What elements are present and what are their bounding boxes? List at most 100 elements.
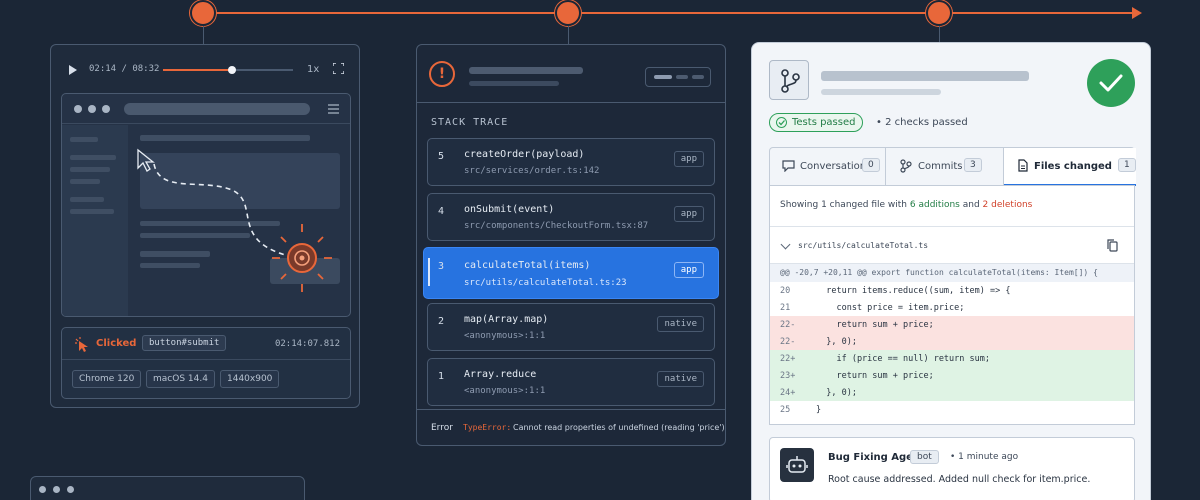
line-number: 20 [780,286,791,296]
frame-tag: native [657,316,704,332]
code-text: return items.reduce((sum, item) => { [816,286,1011,296]
secondary-window [30,476,305,500]
frame-index: 4 [438,206,445,217]
stack-trace-heading: STACK TRACE [431,117,509,128]
pr-tabs: Conversation 0 Commits 3 Files changed 1 [769,147,1136,186]
element-selector: button#submit [142,335,227,351]
timeline-connector [203,26,204,44]
comment-body: Root cause addressed. Added null check f… [828,474,1091,485]
code-text: } [816,405,822,415]
code-text: }, 0); [816,337,857,347]
frame-file: src/services/order.ts:142 [464,166,600,176]
frame-function: calculateTotal(items) [464,260,591,271]
line-number: 23+ [780,371,796,381]
timeline-node-trace[interactable] [555,0,581,26]
diff-line-context: 21 const price = item.price; [770,299,1134,316]
frame-function: onSubmit(event) [464,204,555,215]
tab-label: Conversation [800,161,867,172]
timeline-node-fix[interactable] [926,0,952,26]
chevron-down-icon[interactable] [780,239,791,250]
frame-index: 2 [438,316,445,327]
pull-request-panel: Tests passed • 2 checks passed Conversat… [751,42,1151,500]
stack-frame[interactable]: 5 createOrder(payload) src/services/orde… [427,138,715,186]
conversation-icon [782,160,795,172]
line-number: 21 [780,303,791,313]
file-path: src/utils/calculateTotal.ts [798,241,929,250]
frame-file: <anonymous>:1:1 [464,386,546,396]
play-icon[interactable] [69,65,77,75]
cursor-arrow-icon [137,148,155,172]
line-number: 22+ [780,354,796,364]
code-text: }, 0); [816,388,857,398]
checks-summary: • 2 checks passed [876,117,968,128]
error-message-bar: Error TypeError: Cannot read properties … [417,409,725,445]
tab-count: 3 [964,158,982,172]
code-text: return sum + price; [816,320,934,330]
file-header[interactable]: src/utils/calculateTotal.ts [770,226,1134,264]
frame-function: Array.reduce [464,369,537,380]
commits-icon [900,159,912,173]
frame-index: 3 [438,261,445,272]
file-icon [1018,159,1028,172]
tests-passed-badge: Tests passed [769,113,864,132]
stack-frame[interactable]: 2 map(Array.map) <anonymous>:1:1 native [427,303,715,351]
playback-speed[interactable]: 1x [307,64,319,75]
frame-index: 5 [438,151,445,162]
placeholder-bar [469,81,559,86]
scrubber-handle[interactable] [227,66,236,74]
deletions-count: 2 deletions [982,200,1033,210]
placeholder-bar [676,75,688,79]
event-row[interactable]: Clicked button#submit 02:14:07.812 [62,328,350,360]
line-number: 25 [780,405,791,415]
scrubber-track[interactable] [163,66,293,74]
tab-commits[interactable]: Commits 3 [886,148,1004,186]
session-replay-panel: 02:14 / 08:32 1x Clicked button#submit 0… [50,44,360,408]
replay-browser-frame [61,93,351,317]
error-header: ! [417,45,725,103]
success-check-icon [1087,59,1135,107]
env-browser-chip: Chrome 120 [72,370,142,388]
diff-line-removed: 22- return sum + price; [770,316,1134,333]
tests-passed-label: Tests passed [792,117,856,128]
line-number: 24+ [780,388,796,398]
stack-frame-selected[interactable]: 3 calculateTotal(items) src/utils/calcul… [423,247,719,299]
frame-file: src/utils/calculateTotal.ts:23 [464,278,627,288]
code-text: return sum + price; [816,371,934,381]
stack-frame[interactable]: 1 Array.reduce <anonymous>:1:1 native [427,358,715,406]
error-message: Cannot read properties of undefined (rea… [513,423,725,432]
tab-conversation[interactable]: Conversation 0 [770,148,886,186]
pr-subtitle-placeholder [821,89,941,95]
diff-line-added: 23+ return sum + price; [770,367,1134,384]
view-toggle[interactable] [645,67,711,87]
code-text: if (price == null) return sum; [816,354,990,364]
comment-time: • 1 minute ago [950,452,1019,462]
line-number: 22- [780,337,796,347]
pointer-click-icon [75,337,88,352]
placeholder-bar [469,67,583,74]
tab-files-changed[interactable]: Files changed 1 [1004,148,1136,186]
bot-avatar [780,448,814,482]
copy-icon[interactable] [1107,239,1118,252]
code-text: const price = item.price; [816,303,965,313]
diff-line-added: 22+ if (price == null) return sum; [770,350,1134,367]
stack-frame[interactable]: 4 onSubmit(event) src/components/Checkou… [427,193,715,241]
frame-tag: native [657,371,704,387]
player-controls: 02:14 / 08:32 1x [69,63,344,77]
tab-count: 1 [1118,158,1136,172]
branch-merge-icon [769,60,809,100]
window-dot-icon [67,486,74,493]
window-dot-icon [39,486,46,493]
placeholder-bar [654,75,672,79]
fullscreen-icon[interactable] [333,63,344,74]
selection-marker [428,258,430,286]
frame-index: 1 [438,371,445,382]
window-dot-icon [53,486,60,493]
frame-file: <anonymous>:1:1 [464,331,546,341]
timeline-node-replay[interactable] [190,0,216,26]
error-label: Error [431,423,453,433]
frame-tag: app [673,206,704,222]
tab-label: Commits [918,161,963,172]
frame-file: src/components/CheckoutForm.tsx:87 [464,221,649,231]
frame-tag: app [673,151,704,167]
env-resolution-chip: 1440x900 [220,370,280,388]
